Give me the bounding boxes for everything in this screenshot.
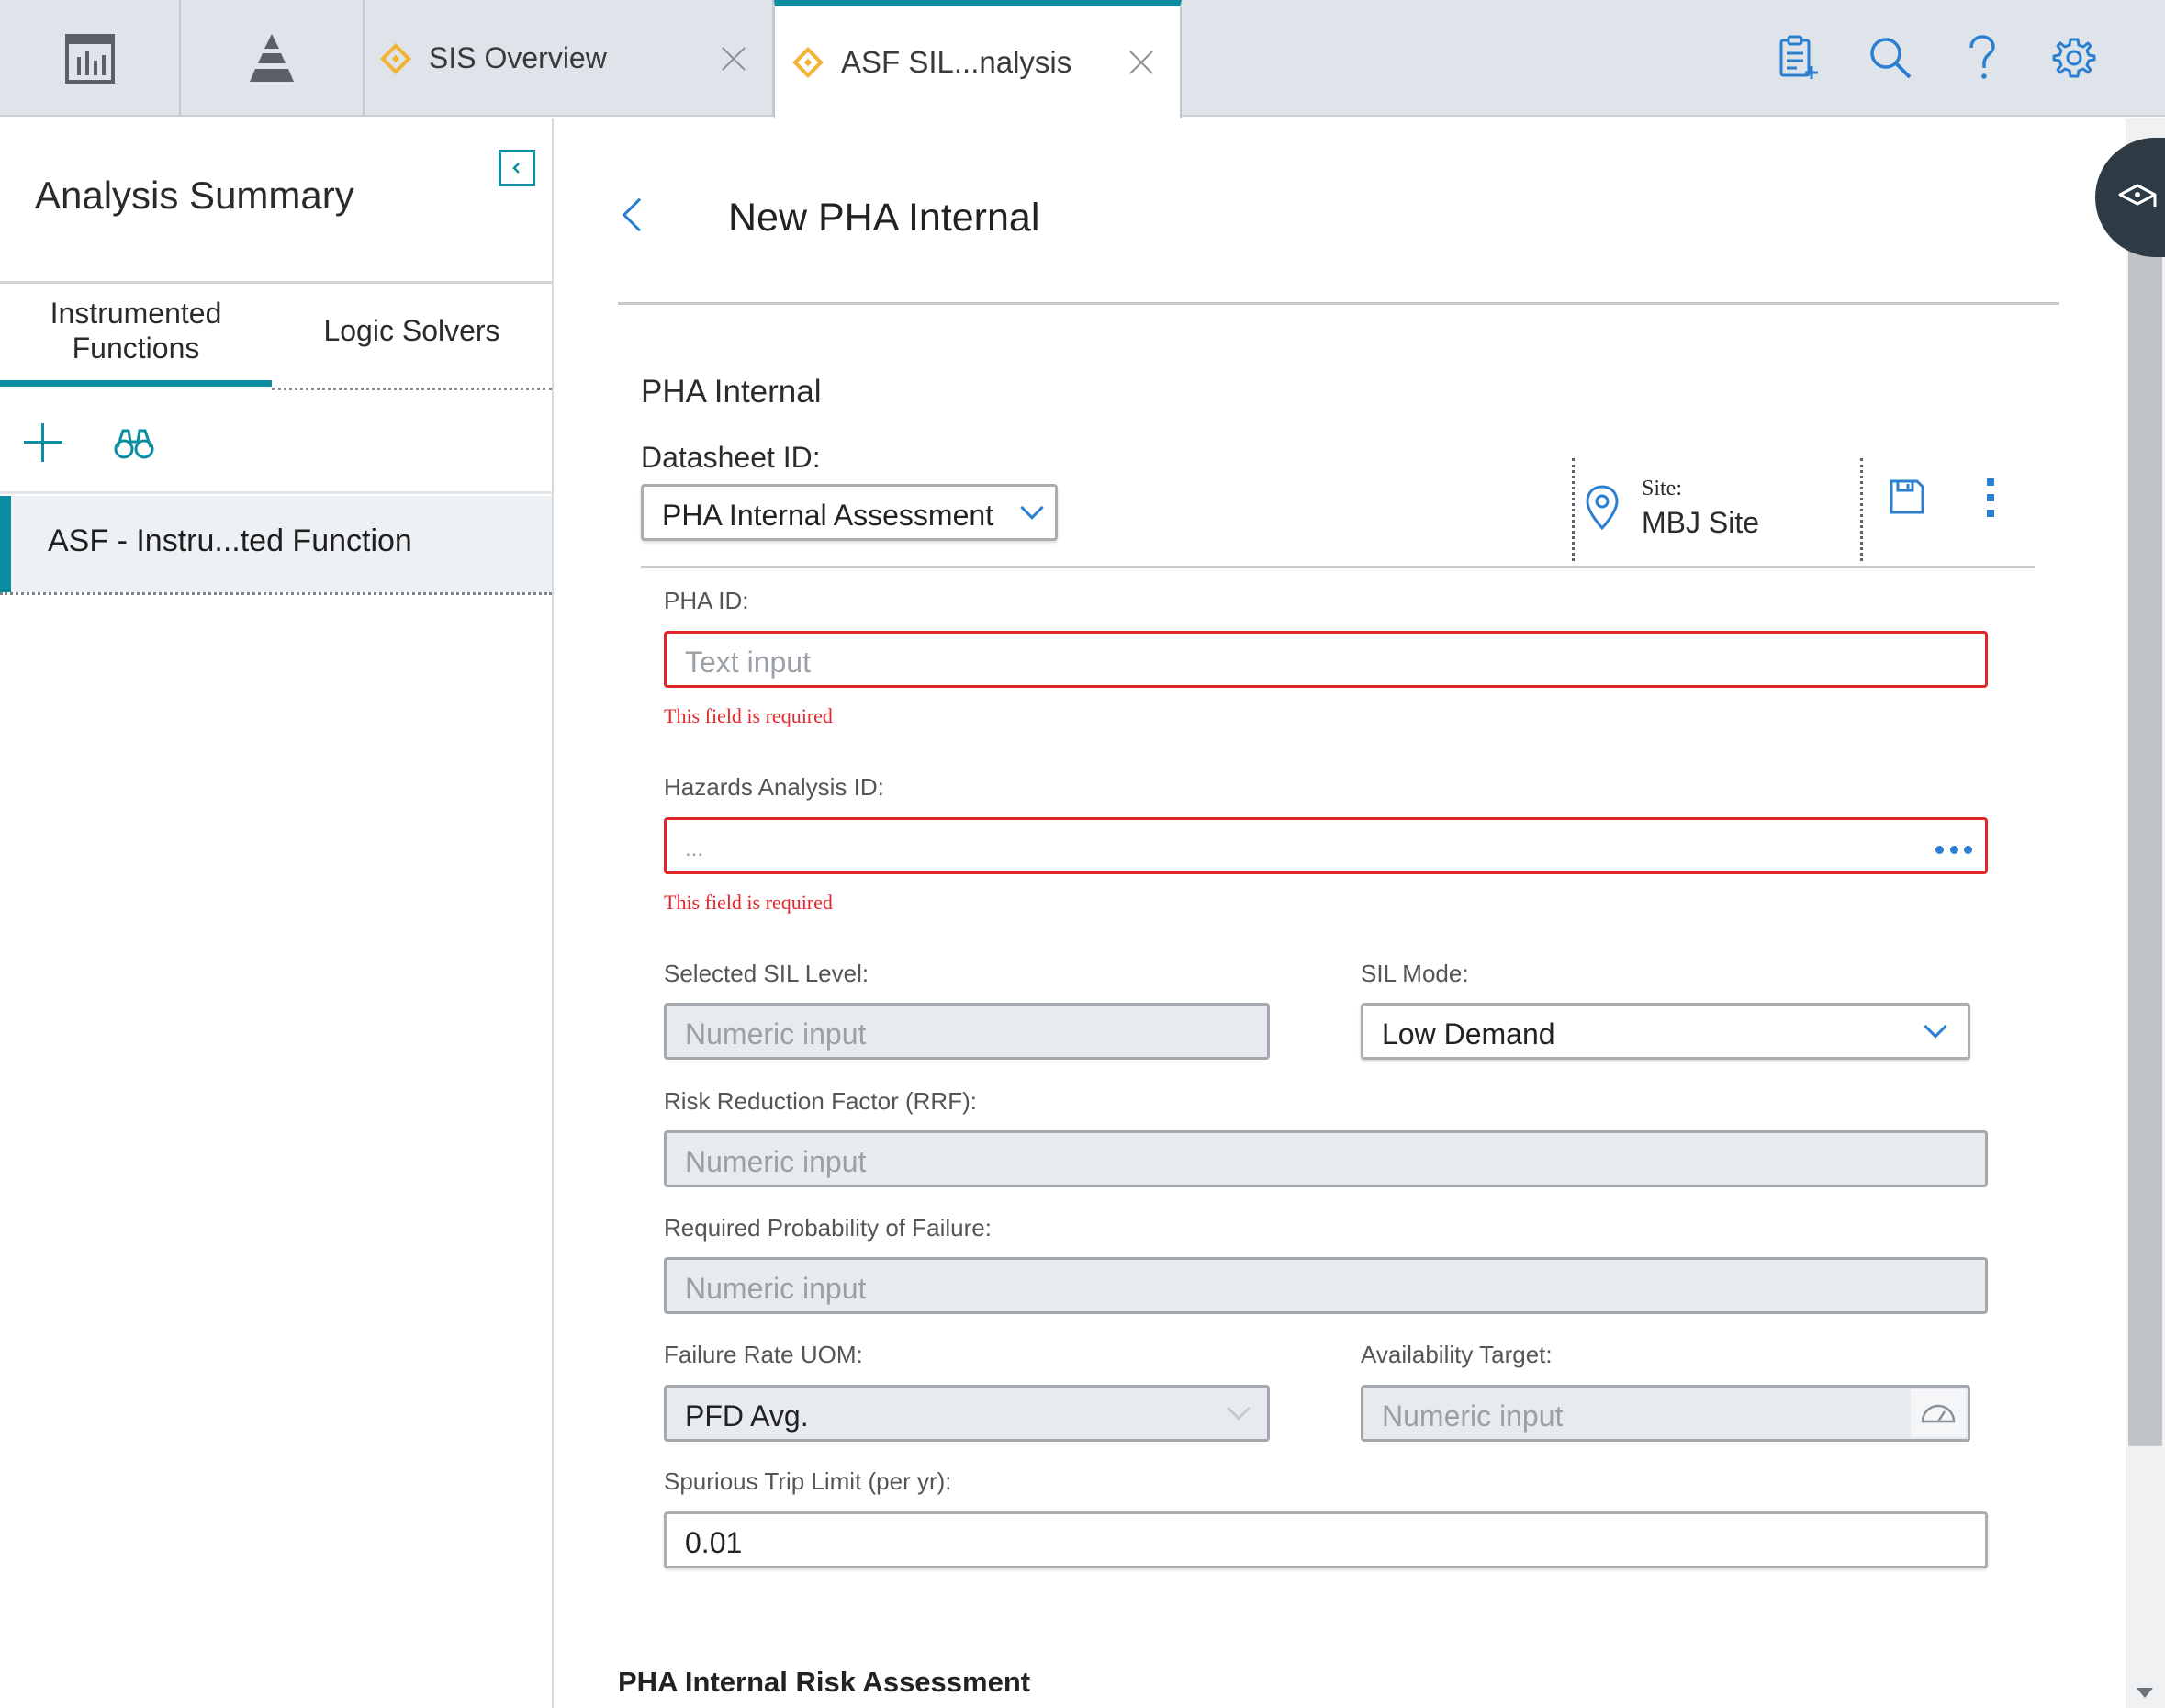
selected-sil-level-input[interactable]: Numeric input <box>664 1003 1270 1060</box>
chevron-down-icon <box>1227 1397 1251 1421</box>
chevron-left-icon <box>512 163 520 174</box>
divider <box>1572 458 1575 561</box>
failure-rate-uom-label: Failure Rate UOM: <box>664 1341 863 1368</box>
hazards-analysis-id-error: This field is required <box>664 891 833 914</box>
pyramid-button[interactable] <box>181 0 365 117</box>
checklist-add-icon <box>1779 35 1818 79</box>
site-label: Site: <box>1642 477 1683 500</box>
tab-label: SIS Overview <box>429 41 607 74</box>
datasheet-select[interactable]: PHA Internal Assessment <box>641 484 1058 541</box>
datasheet-label: Datasheet ID: <box>641 441 821 474</box>
spurious-trip-limit-value: 0.01 <box>685 1526 743 1559</box>
scroll-down-arrow-icon[interactable] <box>2137 1688 2153 1698</box>
tab-logic-solvers[interactable]: Logic Solvers <box>272 284 552 377</box>
hazards-analysis-id-input[interactable]: ... <box>664 817 1988 874</box>
analysis-summary-panel: Analysis Summary Instrumented Functions … <box>0 118 554 1708</box>
rrf-label: Risk Reduction Factor (RRF): <box>664 1087 977 1115</box>
save-icon[interactable] <box>1889 478 1925 515</box>
sil-mode-label: SIL Mode: <box>1361 960 1469 987</box>
top-tab-bar: SIS Overview ASF SIL...nalysis <box>0 0 2165 118</box>
sil-mode-value: Low Demand <box>1382 1017 1555 1051</box>
list-item[interactable]: ASF - Instru...ted Function <box>0 496 552 592</box>
divider <box>641 566 2035 568</box>
settings-button[interactable] <box>2049 33 2099 83</box>
scrollbar-thumb[interactable] <box>2128 165 2162 1446</box>
section-heading: PHA Internal Risk Assessment <box>618 1666 1031 1698</box>
datasheet-value: PHA Internal Assessment <box>662 499 994 532</box>
dashboard-icon <box>64 33 115 84</box>
search-button[interactable] <box>1866 33 1915 83</box>
dashboard-button[interactable] <box>0 0 181 117</box>
selected-sil-level-label: Selected SIL Level: <box>664 960 869 987</box>
divider <box>618 302 2059 305</box>
pyramid-icon <box>250 33 294 82</box>
sil-mode-select[interactable]: Low Demand <box>1361 1003 1970 1060</box>
close-icon[interactable] <box>1128 50 1154 75</box>
tab-label: ASF SIL...nalysis <box>841 45 1072 79</box>
active-tab-indicator <box>0 380 272 387</box>
availability-target-input[interactable]: Numeric input <box>1361 1385 1970 1442</box>
help-button[interactable] <box>1957 33 2007 83</box>
pha-id-error: This field is required <box>664 704 833 727</box>
add-icon[interactable] <box>24 423 62 462</box>
chevron-down-icon <box>1020 496 1044 520</box>
selected-sil-level-placeholder: Numeric input <box>685 1017 867 1051</box>
location-pin-icon <box>1586 485 1619 531</box>
failure-rate-uom-value: PFD Avg. <box>685 1399 809 1433</box>
back-chevron-icon[interactable] <box>622 197 656 232</box>
overview-diamond-icon <box>380 42 411 74</box>
rrf-placeholder: Numeric input <box>685 1145 867 1178</box>
tab-instrumented-functions[interactable]: Instrumented Functions <box>0 284 272 377</box>
hazards-analysis-id-label: Hazards Analysis ID: <box>664 773 884 801</box>
tab-sis-overview[interactable]: SIS Overview <box>365 0 774 117</box>
search-icon <box>1870 38 1912 79</box>
section-title: PHA Internal <box>641 374 822 410</box>
gauge-icon <box>1921 1404 1956 1423</box>
spurious-trip-limit-input[interactable]: 0.01 <box>664 1511 1988 1568</box>
rrf-input[interactable]: Numeric input <box>664 1130 1988 1187</box>
gear-icon <box>2052 38 2096 78</box>
pha-id-placeholder: Text input <box>685 646 811 679</box>
failure-rate-uom-select[interactable]: PFD Avg. <box>664 1385 1270 1442</box>
availability-target-label: Availability Target: <box>1361 1341 1553 1368</box>
required-pof-placeholder: Numeric input <box>685 1272 867 1305</box>
main-content: New PHA Internal PHA Internal Datasheet … <box>555 118 2126 1708</box>
pha-id-label: PHA ID: <box>664 587 749 614</box>
chevron-down-icon <box>1924 1015 1947 1039</box>
divider <box>1860 458 1863 561</box>
page-title: New PHA Internal <box>728 196 1040 240</box>
hazards-analysis-id-placeholder: ... <box>685 837 704 861</box>
panel-toolbar <box>0 390 552 494</box>
close-icon[interactable] <box>721 46 746 72</box>
panel-title: Analysis Summary <box>35 174 354 217</box>
binoculars-icon[interactable] <box>114 423 154 462</box>
pha-id-input[interactable]: Text input <box>664 631 1988 688</box>
help-icon <box>1969 35 1995 79</box>
spurious-trip-limit-label: Spurious Trip Limit (per yr): <box>664 1467 952 1495</box>
more-vertical-icon[interactable] <box>1985 478 1996 519</box>
checklist-add-button[interactable] <box>1774 33 1823 83</box>
analysis-diamond-icon <box>792 47 824 78</box>
more-horizontal-icon[interactable] <box>1935 846 1972 855</box>
availability-target-placeholder: Numeric input <box>1382 1399 1564 1433</box>
graduation-cap-icon <box>2118 184 2157 207</box>
divider <box>0 592 552 595</box>
required-pof-label: Required Probability of Failure: <box>664 1214 992 1242</box>
site-value: MBJ Site <box>1642 506 1760 539</box>
gauge-button[interactable] <box>1911 1389 1966 1437</box>
collapse-panel-button[interactable] <box>499 150 535 186</box>
tab-asf-sil-analysis[interactable]: ASF SIL...nalysis <box>774 0 1182 118</box>
list-item-label: ASF - Instru...ted Function <box>48 523 412 558</box>
required-pof-input[interactable]: Numeric input <box>664 1257 1988 1314</box>
